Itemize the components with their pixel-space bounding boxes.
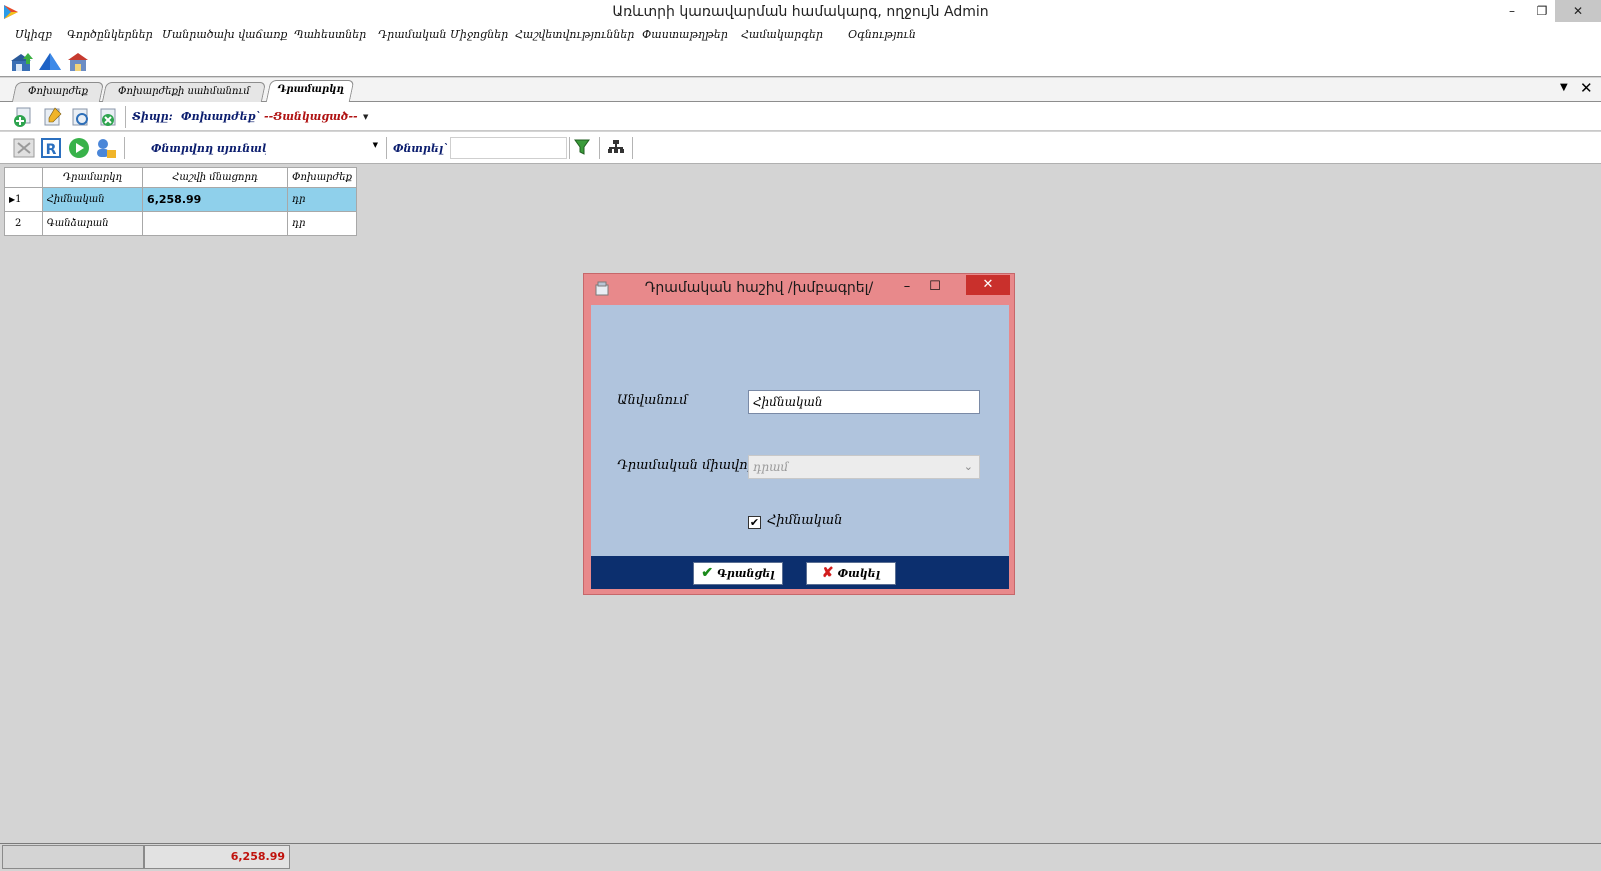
row-number[interactable]: 2 [4,211,43,236]
cell-cashbox[interactable]: Գանձարան [41,211,144,236]
shop-icon[interactable] [66,51,90,73]
close-icon: ✘ [821,565,834,581]
toolbar-separator [632,137,633,159]
row-number[interactable]: ▶1 [4,187,43,212]
cell-currency[interactable]: դր [287,187,357,212]
table-row[interactable]: 2 Գանձարան դր [4,211,357,236]
play-refresh-icon[interactable] [68,137,90,159]
report-icon[interactable]: R [40,137,62,159]
view-record-icon[interactable] [69,106,91,128]
currency-unit-label: Դրամական միավոր [617,458,757,473]
user-lock-icon[interactable] [95,137,117,159]
toolbar-separator [569,137,570,159]
grid-header-row: Դրամարկղ Հաշվի մնացորդ Փոխարժեք [4,167,357,188]
search-toolbar: R Փնտրվող սյունակ` ▼ Փնտրել` [0,132,1601,164]
warehouse-upload-icon[interactable] [10,51,34,73]
minimize-window-button[interactable]: – [1497,0,1527,22]
tab-list-dropdown-icon[interactable]: ▼ [1560,82,1568,93]
menu-reports[interactable]: Հաշվետվություններ [515,28,634,41]
currency-unit-value: դրամ [753,460,789,474]
dialog-footer: ✔ Գրանցել ✘ Փակել [591,556,1009,589]
name-input[interactable]: Հիմնական [748,390,980,414]
type-label: Տիպը: [132,110,173,123]
menu-systems[interactable]: Համակարգեր [741,28,823,41]
export-excel-icon[interactable] [13,137,35,159]
cell-currency[interactable]: դր [287,211,357,236]
tab-exchange-rate-setup[interactable]: Փոխարժեքի սահմանում [101,82,267,102]
row-header-corner [4,167,43,188]
search-input[interactable] [450,137,567,159]
name-label: Անվանում [617,393,688,408]
tab-cashbox[interactable]: Դրամարկղ [265,80,355,103]
tab-close-icon[interactable]: ✕ [1580,79,1593,97]
checkmark-icon: ✔ [701,565,714,581]
table-row[interactable]: ▶1 Հիմնական 6,258.99 դր [4,187,357,212]
title-bar: Առևտրի կառավարման համակարգ, ողջույն Admi… [0,0,1601,24]
column-header-currency[interactable]: Փոխարժեք [287,167,357,188]
menu-cash[interactable]: Դրամական Միջոցներ [378,28,508,41]
search-column-select[interactable]: ▼ [266,138,382,158]
dialog-body: Անվանում Հիմնական Դրամական միավոր դրամ ⌄… [591,305,1009,556]
tab-exchange-rate[interactable]: Փոխարժեք [11,82,105,102]
main-toolbar [0,46,1601,77]
dialog-title: Դրամական հաշիվ /խմբագրել/ [644,280,874,296]
window-title: Առևտրի կառավարման համակարգ, ողջույն Admi… [612,4,989,20]
dialog-minimize-button[interactable]: – [893,276,921,298]
toolbar-separator [599,137,600,159]
filter-icon[interactable] [573,138,591,156]
menu-retail[interactable]: Մանրածախ վաճառք [162,28,287,41]
toolbar-separator [386,137,387,159]
add-record-icon[interactable] [12,106,34,128]
column-header-cashbox[interactable]: Դրամարկղ [41,167,144,188]
type-filter-value[interactable]: --Ցանկացած-- [264,110,358,123]
menu-documents[interactable]: Փաստաթղթեր [642,28,728,41]
toolbar-separator [124,137,125,159]
chevron-down-icon: ⌄ [963,460,973,473]
tab-strip: Փոխարժեք Փոխարժեքի սահմանում Դրամարկղ [0,78,1601,103]
menu-help[interactable]: Օգնություն [848,28,916,41]
dialog-close-button[interactable]: ✕ [966,275,1010,295]
menu-bar: Սկիզբ Գործընկերներ Մանրածախ վաճառք Պահես… [0,24,1601,46]
save-button[interactable]: ✔ Գրանցել [693,562,783,585]
menu-partners[interactable]: Գործընկերներ [67,28,153,41]
chevron-down-icon: ▼ [372,141,378,149]
main-account-checkbox[interactable]: ✔ [748,516,761,529]
cell-balance[interactable] [142,211,289,236]
svg-text:R: R [46,142,57,158]
main-account-label[interactable]: Հիմնական [767,513,842,528]
menu-start[interactable]: Սկիզբ [15,28,52,41]
edit-account-dialog: Դրամական հաշիվ /խմբագրել/ – ☐ ✕ Անվանում… [583,273,1015,595]
status-total-balance: 6,258.99 [144,845,290,869]
search-column-label: Փնտրվող սյունակ` [151,142,276,155]
restore-window-button[interactable]: ❐ [1527,0,1557,22]
cashbox-grid: Դրամարկղ Հաշվի մնացորդ Փոխարժեք ▶1 Հիմնա… [4,167,357,236]
hierarchy-icon[interactable] [607,138,625,156]
cell-cashbox[interactable]: Հիմնական [41,187,144,212]
type-filter-dropdown-icon[interactable]: ▼ [363,112,368,121]
pyramid-icon[interactable] [38,51,62,73]
delete-record-icon[interactable] [97,106,119,128]
toolbar-separator [125,106,126,128]
close-button[interactable]: ✘ Փակել [806,562,896,585]
dialog-title-bar[interactable]: Դրամական հաշիվ /խմբագրել/ – ☐ ✕ [584,274,1014,302]
cell-balance[interactable]: 6,258.99 [142,187,289,212]
record-toolbar: Տիպը: Փոխարժեք` --Ցանկացած-- ▼ [0,102,1601,131]
edit-record-icon[interactable] [41,106,63,128]
column-header-balance[interactable]: Հաշվի մնացորդ [142,167,289,188]
close-window-button[interactable]: ✕ [1555,0,1601,22]
currency-unit-select[interactable]: դրամ ⌄ [748,455,980,479]
dialog-maximize-button[interactable]: ☐ [921,276,949,298]
menu-warehouses[interactable]: Պահեստներ [294,28,366,41]
status-cell-empty [2,845,144,869]
type-value[interactable]: Փոխարժեք` [181,110,261,123]
search-label: Փնտրել` [393,142,449,155]
